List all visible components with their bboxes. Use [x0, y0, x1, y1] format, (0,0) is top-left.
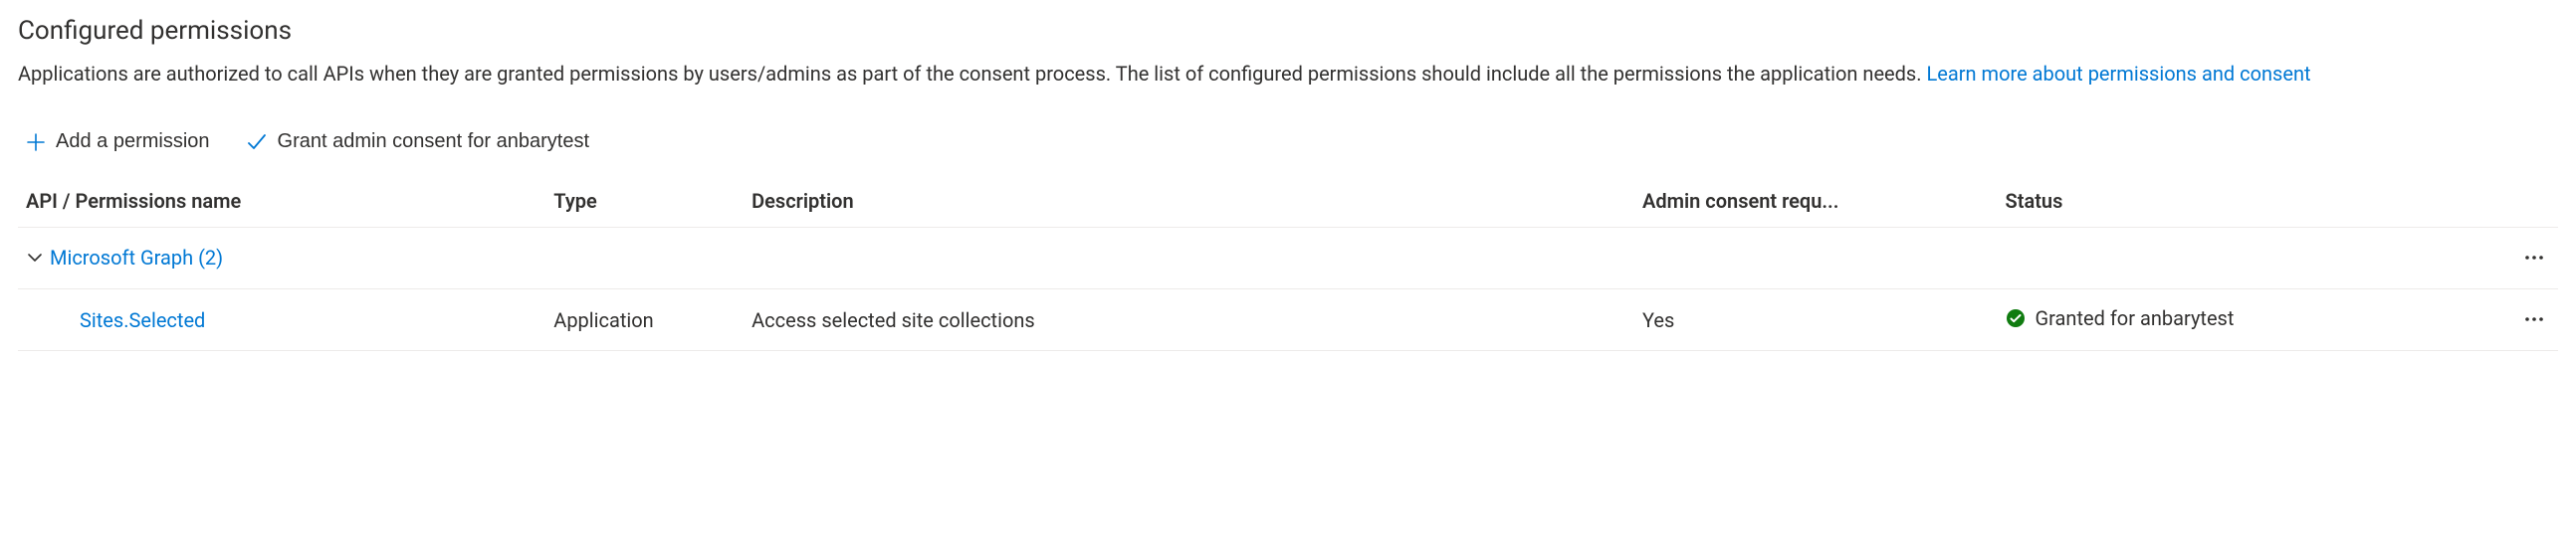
more-menu-button[interactable] [2518, 242, 2550, 273]
learn-more-link[interactable]: Learn more about permissions and consent [1927, 62, 2311, 86]
chevron-down-icon [26, 249, 44, 267]
permission-name-link[interactable]: Sites.Selected [26, 308, 205, 332]
api-group-toggle[interactable]: Microsoft Graph (2) [26, 246, 223, 270]
section-title: Configured permissions [18, 16, 2558, 46]
col-header-status[interactable]: Status [1998, 177, 2460, 228]
permissions-table: API / Permissions name Type Description … [18, 177, 2558, 351]
permission-description: Access selected site collections [744, 289, 1634, 351]
more-menu-button[interactable] [2518, 303, 2550, 335]
status-badge: Granted for anbarytest [2006, 306, 2235, 330]
add-permission-button[interactable]: Add a permission [22, 128, 214, 155]
col-header-type[interactable]: Type [545, 177, 744, 228]
plus-icon [26, 132, 46, 152]
check-icon [246, 131, 268, 153]
section-description: Applications are authorized to call APIs… [18, 60, 2558, 89]
add-permission-label: Add a permission [56, 130, 210, 153]
api-group-name: Microsoft Graph (2) [50, 246, 223, 270]
status-text: Granted for anbarytest [2036, 306, 2235, 330]
api-group-row: Microsoft Graph (2) [18, 228, 2558, 289]
description-text: Applications are authorized to call APIs… [18, 62, 1927, 86]
col-header-description[interactable]: Description [744, 177, 1634, 228]
col-header-name[interactable]: API / Permissions name [18, 177, 545, 228]
grant-consent-label: Grant admin consent for anbarytest [278, 130, 590, 153]
grant-consent-button[interactable]: Grant admin consent for anbarytest [242, 128, 594, 155]
col-header-consent[interactable]: Admin consent requ... [1634, 177, 1998, 228]
action-bar: Add a permission Grant admin consent for… [22, 128, 2558, 155]
permission-consent: Yes [1634, 289, 1998, 351]
status-granted-icon [2006, 308, 2026, 328]
col-header-menu [2460, 177, 2558, 228]
permission-type: Application [545, 289, 744, 351]
table-header-row: API / Permissions name Type Description … [18, 177, 2558, 228]
table-row: Sites.Selected Application Access select… [18, 289, 2558, 351]
